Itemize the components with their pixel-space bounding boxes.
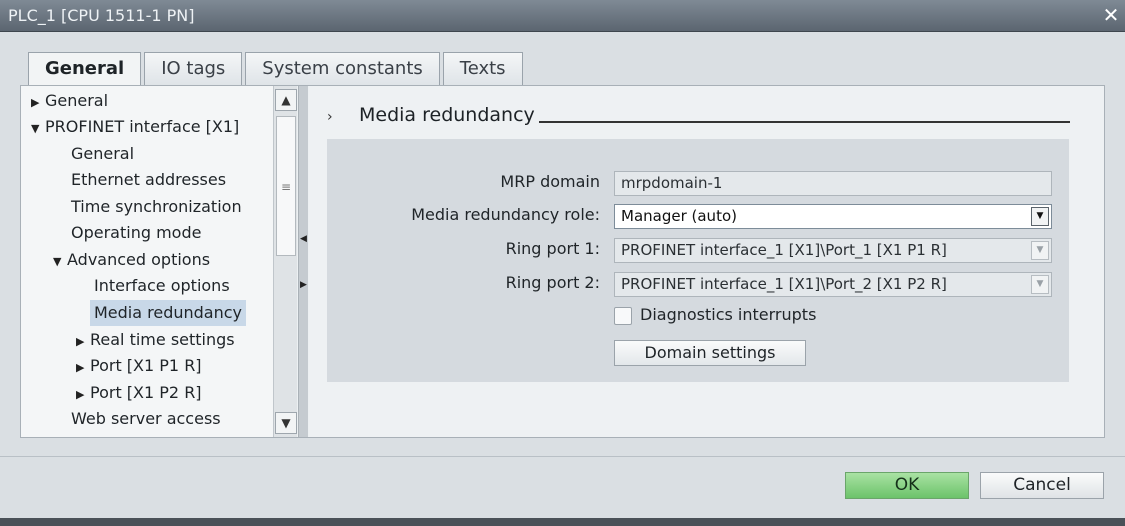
section-arrow-icon: ›	[327, 109, 333, 125]
tree-item-label: Real time settings	[90, 330, 235, 349]
window-bottom-edge	[0, 518, 1125, 526]
tree-item-time-synchronization[interactable]: Time synchronization	[71, 194, 242, 220]
window-title: PLC_1 [CPU 1511-1 PN]	[8, 6, 195, 25]
chevron-down-icon[interactable]: ▼	[1031, 207, 1049, 226]
expand-icon[interactable]: ▶	[31, 90, 45, 116]
media-redundancy-role-value: Manager (auto)	[621, 207, 737, 225]
cancel-button[interactable]: Cancel	[980, 472, 1104, 499]
panel-splitter[interactable]: ◀ ▶	[298, 86, 308, 437]
scroll-down-icon[interactable]: ▼	[275, 412, 297, 434]
collapse-left-icon[interactable]: ◀	[300, 234, 307, 244]
navigation-tree: ▶ General ▼ PROFINET interface [X1] Genera…	[21, 86, 273, 437]
tree-item-ethernet-addresses[interactable]: Ethernet addresses	[71, 167, 226, 193]
section-content: › Media redundancy MRP domain mrpdomain-…	[309, 86, 1104, 437]
expand-icon[interactable]: ▶	[76, 355, 90, 381]
tree-item-advanced-options[interactable]: ▼ Advanced options	[53, 247, 210, 273]
collapse-icon[interactable]: ▼	[53, 249, 67, 275]
media-redundancy-role-label: Media redundancy role:	[411, 205, 600, 224]
properties-panel: ▶ General ▼ PROFINET interface [X1] Genera…	[20, 85, 1105, 438]
media-redundancy-role-select[interactable]: Manager (auto) ▼	[614, 204, 1052, 229]
footer-divider	[0, 456, 1125, 457]
ok-button[interactable]: OK	[845, 472, 969, 499]
chevron-down-icon[interactable]: ▼	[1031, 241, 1049, 260]
title-bar: PLC_1 [CPU 1511-1 PN] ✕	[0, 0, 1125, 32]
collapse-icon[interactable]: ▼	[31, 116, 45, 142]
ring-port-2-select[interactable]: PROFINET interface_1 [X1]\Port_2 [X1 P2 …	[614, 272, 1052, 297]
tree-item-interface-general[interactable]: General	[71, 141, 134, 167]
tab-io-tags[interactable]: IO tags	[144, 52, 243, 85]
expand-icon[interactable]: ▶	[76, 329, 90, 355]
tree-item-real-time-settings[interactable]: ▶ Real time settings	[76, 327, 235, 353]
tree-item-label: General	[71, 144, 135, 163]
tree-item-operating-mode[interactable]: Operating mode	[71, 220, 201, 246]
expand-right-icon[interactable]: ▶	[300, 280, 307, 290]
tab-general[interactable]: General	[28, 52, 142, 86]
ring-port-2-value: PROFINET interface_1 [X1]\Port_2 [X1 P2 …	[621, 275, 947, 293]
tree-item-label: Port [X1 P1 R]	[90, 356, 202, 375]
tree-item-port-x1-p2[interactable]: ▶ Port [X1 P2 R]	[76, 380, 202, 406]
tree-item-label: Media redundancy	[94, 303, 243, 322]
domain-settings-button[interactable]: Domain settings	[614, 340, 806, 366]
diagnostics-interrupts-label: Diagnostics interrupts	[640, 305, 817, 324]
tree-item-interface-options[interactable]: Interface options	[94, 273, 230, 299]
diagnostics-interrupts-checkbox[interactable]	[614, 307, 632, 325]
tree-item-web-server-access[interactable]: Web server access	[71, 406, 221, 432]
tree-item-media-redundancy[interactable]: Media redundancy	[90, 300, 247, 326]
tree-item-label: Operating mode	[71, 223, 202, 242]
tree-item-port-x1-p1[interactable]: ▶ Port [X1 P1 R]	[76, 353, 202, 379]
tree-item-label: Advanced options	[67, 250, 211, 269]
tree-item-label: General	[45, 91, 109, 110]
chevron-down-icon[interactable]: ▼	[1031, 275, 1049, 294]
section-divider	[539, 121, 1070, 123]
section-title: Media redundancy	[359, 104, 535, 126]
tree-scrollbar[interactable]: ▲ ≡ ▼	[273, 86, 297, 437]
ring-port-2-label: Ring port 2:	[505, 273, 600, 292]
tab-bar: General IO tags System constants Texts	[28, 52, 526, 86]
tree-item-label: Time synchronization	[71, 197, 242, 216]
tree-item-general[interactable]: ▶ General	[31, 88, 108, 114]
mrp-domain-field: mrpdomain-1	[614, 171, 1052, 196]
mrp-domain-label: MRP domain	[500, 172, 600, 191]
tree-item-label: Port [X1 P2 R]	[90, 383, 202, 402]
ring-port-1-select[interactable]: PROFINET interface_1 [X1]\Port_1 [X1 P1 …	[614, 238, 1052, 263]
close-icon[interactable]: ✕	[1100, 4, 1122, 26]
ring-port-1-label: Ring port 1:	[505, 239, 600, 258]
expand-icon[interactable]: ▶	[76, 382, 90, 408]
tab-texts[interactable]: Texts	[442, 52, 523, 85]
tree-item-label: PROFINET interface [X1]	[45, 117, 240, 136]
tab-system-constants[interactable]: System constants	[245, 52, 440, 85]
scroll-up-icon[interactable]: ▲	[275, 89, 297, 111]
properties-dialog: General IO tags System constants Texts ▶…	[0, 32, 1125, 518]
tree-item-label: Interface options	[94, 276, 230, 295]
tree-item-profinet-interface[interactable]: ▼ PROFINET interface [X1]	[31, 114, 239, 140]
scroll-thumb[interactable]: ≡	[276, 116, 296, 256]
media-redundancy-group: MRP domain mrpdomain-1 Media redundancy …	[327, 139, 1069, 382]
ring-port-1-value: PROFINET interface_1 [X1]\Port_1 [X1 P1 …	[621, 241, 947, 259]
tree-item-label: Ethernet addresses	[71, 170, 227, 189]
tree-item-label: Web server access	[71, 409, 221, 428]
